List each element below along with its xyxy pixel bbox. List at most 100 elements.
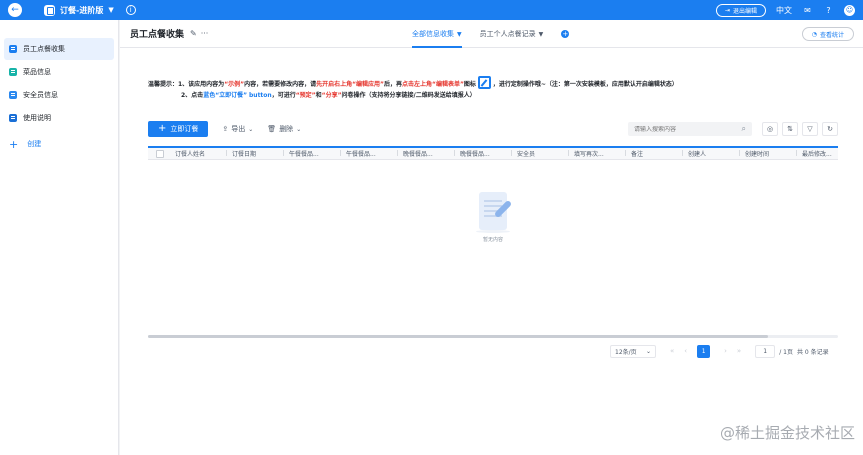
caret-down-icon: ▼ (538, 30, 544, 38)
horizontal-scrollbar[interactable] (148, 335, 838, 338)
current-page-button[interactable]: 1 (697, 344, 711, 358)
info-icon[interactable]: i (125, 5, 136, 15)
notice-text-segment: ，可进行 (271, 92, 296, 99)
app-title[interactable]: 订餐-进阶版 (60, 5, 103, 16)
page-size-select[interactable]: 12条/页 ⌄ (610, 344, 656, 358)
order-now-button[interactable]: + 立即订餐 (148, 121, 209, 137)
sidebar-create-button[interactable]: + 创建 (9, 133, 118, 155)
column-header[interactable]: 订餐人姓名 (172, 149, 229, 158)
view-stats-button[interactable]: ◔ 查看统计 (801, 27, 854, 41)
page-size-value: 12条/页 (615, 348, 637, 356)
filter-icon[interactable]: ▽ (802, 122, 818, 136)
top-bar: ← 订餐-进阶版 ▼ i ⇥ 退出编辑 中文 ✉ ? ☺ (0, 0, 863, 20)
hide-fields-icon[interactable]: ◎ (762, 122, 778, 136)
next-page-icon[interactable]: › (724, 347, 727, 355)
sidebar-item-label: 菜品信息 (23, 68, 51, 76)
notice-text-segment: 内容，若需要修改内容，请 (244, 81, 317, 88)
notice-text-segment: “预定” (295, 92, 316, 99)
total-records: 共 0 条记录 (796, 348, 829, 356)
notice-text-segment: button (249, 92, 272, 99)
delete-button[interactable]: 🗑 删除 ⌄ (267, 124, 301, 134)
empty-document-icon (473, 190, 513, 234)
sidebar-item-label: 员工点餐收集 (23, 45, 65, 53)
page-title: 员工点餐收集 (130, 30, 185, 40)
first-page-icon[interactable]: « (670, 347, 674, 355)
select-all-checkbox[interactable] (156, 149, 164, 158)
tab-label: 全部信息收集 (412, 30, 454, 38)
column-header[interactable]: 创建人 (685, 149, 742, 158)
notice-text-segment: 先开启右上角“编辑应用” (316, 81, 384, 88)
column-header[interactable]: 备注 (628, 149, 685, 158)
tab-label: 员工个人点餐记录 (479, 30, 536, 38)
sidebar: 员工点餐收集 菜品信息 安全员信息 使用说明 + 创建 (0, 20, 119, 455)
column-header[interactable]: 最后修改... (799, 149, 838, 158)
refresh-icon[interactable]: ↻ (822, 122, 838, 136)
page-jump-input[interactable]: 1 (755, 344, 776, 358)
prev-page-icon[interactable]: ‹ (684, 347, 687, 355)
empty-state: 暂无内容 (466, 190, 520, 243)
sidebar-item-instructions[interactable]: 使用说明 (4, 107, 114, 129)
exit-edit-button[interactable]: ⇥ 退出编辑 (715, 3, 766, 17)
sort-icon[interactable]: ⇅ (782, 122, 798, 136)
notice-text-segment: 点击左上角“编辑表单” (402, 81, 464, 88)
tab-all-collection[interactable]: 全部信息收集 ▼ (412, 20, 462, 48)
notice-line-1: 温馨提示：1、该应用内容为“示例”内容，若需要修改内容，请先开启右上角“编辑应用… (148, 76, 838, 90)
notice-text-segment: “分享” (321, 92, 342, 99)
main-panel: 员工点餐收集 ✎ ··· 全部信息收集 ▼ 员工个人点餐记录 ▼ + ◔ 查看统… (120, 20, 863, 455)
language-switch[interactable]: 中文 (776, 5, 792, 16)
app-icon (44, 4, 55, 16)
table-header: 订餐人姓名 订餐日期 午餐餐品... 午餐餐品... 晚餐餐品... 晚餐餐品... 安全员… (148, 146, 838, 160)
export-label: 导出 (231, 125, 246, 133)
column-header[interactable]: 晚餐餐品... (457, 149, 514, 158)
edit-form-icon[interactable]: ✎ (190, 29, 197, 38)
export-button[interactable]: ⇪ 导出 ⌄ (222, 124, 253, 134)
sidebar-item-staff-order[interactable]: 员工点餐收集 (4, 38, 114, 60)
view-tabs: 全部信息收集 ▼ 员工个人点餐记录 ▼ + (412, 20, 570, 48)
data-table: 订餐人姓名 订餐日期 午餐餐品... 午餐餐品... 晚餐餐品... 晚餐餐品... 安全员… (148, 146, 838, 348)
tab-personal-records[interactable]: 员工个人点餐记录 ▼ (480, 20, 544, 48)
delete-label: 删除 (279, 125, 294, 133)
sidebar-item-safety-officer[interactable]: 安全员信息 (4, 84, 114, 106)
sidebar-item-label: 使用说明 (23, 114, 51, 122)
mail-icon[interactable]: ✉ (802, 5, 813, 15)
notice-text-segment: 问卷操作（支持将分享链接/二维码发送给填报人） (341, 92, 476, 99)
form-icon (9, 45, 17, 53)
form-icon (9, 91, 17, 99)
edit-form-icon (477, 76, 491, 89)
back-arrow-icon[interactable]: ← (8, 3, 22, 17)
column-header[interactable]: 创建时间 (742, 149, 799, 158)
search-input[interactable] (634, 125, 742, 133)
top-bar-actions: ⇥ 退出编辑 中文 ✉ ? ☺ (715, 3, 855, 17)
caret-down-icon: ▼ (457, 30, 462, 38)
avatar[interactable]: ☺ (844, 4, 855, 16)
table-tool-icons: ◎ ⇅ ▽ ↻ (762, 122, 838, 136)
column-header[interactable]: 订餐日期 (229, 149, 286, 158)
notice-text-segment: 2、点击 (181, 92, 204, 99)
order-now-label: 立即订餐 (170, 125, 199, 133)
notice-text-segment: ，进行定制操作哦~（注：第一次安装模板，应用默认开启编辑状态） (492, 81, 678, 88)
search-box: ⌕ (628, 122, 752, 136)
exit-edit-label: 退出编辑 (732, 7, 757, 15)
chevron-down-icon: ⌄ (296, 125, 302, 133)
table-toolbar: + 立即订餐 ⇪ 导出 ⌄ 🗑 删除 ⌄ ⌕ ◎ ⇅ ▽ ↻ (148, 121, 838, 137)
scrollbar-thumb[interactable] (148, 335, 768, 338)
more-icon[interactable]: ··· (201, 29, 209, 38)
exit-icon: ⇥ (724, 6, 730, 14)
app-switch-caret-icon[interactable]: ▼ (108, 6, 113, 14)
column-header[interactable]: 晚餐餐品... (400, 149, 457, 158)
sidebar-item-dishes[interactable]: 菜品信息 (4, 61, 114, 83)
chevron-down-icon: ⌄ (645, 347, 651, 355)
column-header[interactable]: 午餐餐品... (343, 149, 400, 158)
add-view-icon[interactable]: + (561, 30, 570, 38)
notice-line-2: 2、点击蓝色“立即订餐” button，可进行“预定”和“分享”问卷操作（支持将… (148, 90, 838, 101)
column-header[interactable]: 填写再次... (571, 149, 628, 158)
column-header[interactable]: 安全员 (514, 149, 571, 158)
chevron-down-icon: ⌄ (248, 125, 254, 133)
last-page-icon[interactable]: » (737, 347, 741, 355)
create-label: 创建 (27, 140, 42, 148)
search-icon[interactable]: ⌕ (742, 124, 746, 134)
help-icon[interactable]: ? (823, 5, 834, 15)
pagination: 12条/页 ⌄ « ‹ 1 › » 1 / 1页 共 0 条记录 (610, 344, 829, 358)
plus-icon: + (9, 137, 19, 151)
column-header[interactable]: 午餐餐品... (286, 149, 343, 158)
